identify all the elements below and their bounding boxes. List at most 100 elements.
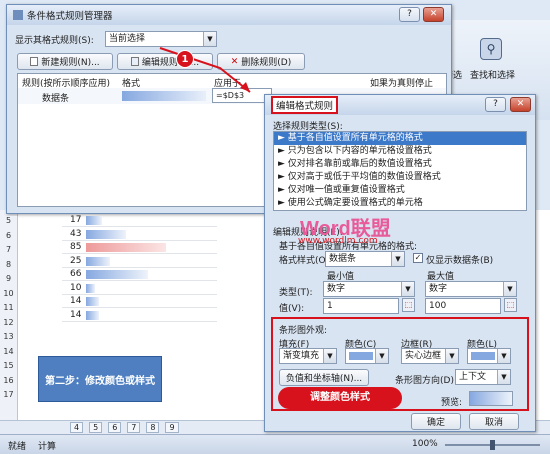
row-number[interactable]: 17 [0, 390, 18, 403]
row-number[interactable]: 15 [0, 361, 18, 374]
row-number[interactable]: 10 [0, 288, 18, 302]
min-type-select[interactable]: 数字 ▼ [323, 281, 415, 297]
row-number[interactable]: 8 [0, 259, 18, 273]
sheet-tab[interactable]: 8 [146, 422, 160, 433]
edit-rule-icon [130, 57, 139, 66]
manager-help-button[interactable]: ? [399, 7, 420, 22]
zoom-slider-thumb[interactable] [490, 440, 495, 450]
chevron-down-icon[interactable]: ▼ [497, 370, 510, 384]
border-color-picker[interactable]: ▼ [467, 348, 511, 364]
fill-color-picker[interactable]: ▼ [345, 348, 389, 364]
rule-type-item[interactable]: ► 仅对高于或低于平均值的数值设置格式 [274, 171, 526, 184]
row-number[interactable]: 13 [0, 332, 18, 345]
appearance-label: 条形图外观: [279, 326, 328, 336]
row-number[interactable]: 7 [0, 245, 18, 258]
show-rules-label: 显示其格式规则(S): [15, 36, 94, 46]
max-value-input[interactable]: 100 [425, 298, 501, 314]
edit-help-button[interactable]: ? [485, 97, 506, 112]
data-bar [86, 216, 102, 225]
row-number[interactable]: 5 [0, 216, 18, 229]
find-select-label[interactable]: 查找和选择 [470, 68, 515, 81]
max-type-select[interactable]: 数字 ▼ [425, 281, 517, 297]
zoom-level[interactable]: 100% [412, 439, 438, 449]
watermark-url: www.wordlm.com [298, 236, 378, 246]
status-bar: 就绪 计算 100% [0, 434, 550, 454]
status-calc: 计算 [38, 442, 57, 452]
negative-axis-button[interactable]: 负值和坐标轴(N)... [279, 369, 369, 386]
chevron-down-icon[interactable]: ▼ [497, 349, 510, 363]
data-bar-cell[interactable]: 17 [62, 214, 217, 227]
rule-type-item[interactable]: ► 只为包含以下内容的单元格设置格式 [274, 145, 526, 158]
row-number[interactable]: 12 [0, 317, 18, 331]
data-bar [86, 229, 127, 239]
cell-value: 14 [70, 309, 82, 320]
value-label: 值(V): [279, 304, 305, 314]
rule-type-item[interactable]: ► 基于各自值设置所有单元格的格式 [274, 132, 526, 145]
find-select-icon[interactable]: ⚲ [480, 38, 502, 60]
new-rule-icon [30, 57, 39, 66]
chevron-down-icon[interactable]: ▼ [503, 282, 516, 296]
data-bar [86, 256, 110, 266]
min-range-picker-icon[interactable]: ⬚ [402, 298, 415, 312]
bar-direction-label: 条形图方向(D): [395, 376, 457, 386]
adjust-color-badge: 调整颜色样式 [278, 387, 402, 409]
data-bar-cell[interactable]: 43 [62, 228, 217, 241]
row-number[interactable]: 16 [0, 375, 18, 389]
ok-button[interactable]: 确定 [411, 413, 461, 430]
manager-close-button[interactable]: ✕ [423, 7, 444, 22]
data-bar [86, 270, 149, 279]
sheet-tab[interactable]: 5 [89, 422, 103, 433]
show-bar-only-label: 仅显示数据条(B) [426, 256, 494, 266]
data-bar-cell[interactable]: 85 [62, 241, 217, 254]
fill-color-swatch [349, 352, 373, 360]
data-bar-cell[interactable]: 10 [62, 282, 217, 295]
rule-type-item[interactable]: ► 使用公式确定要设置格式的单元格 [274, 197, 526, 210]
type-label: 类型(T): [279, 288, 313, 298]
border-color-swatch [471, 352, 495, 360]
format-style-select[interactable]: 数据条 ▼ [325, 251, 405, 267]
row-number[interactable]: 6 [0, 230, 18, 244]
cancel-button[interactable]: 取消 [469, 413, 519, 430]
rule-type-item[interactable]: ► 仅对唯一值或重复值设置格式 [274, 184, 526, 197]
show-bar-only-checkbox[interactable]: ✓ [413, 253, 423, 263]
data-bar [86, 283, 96, 293]
row-number[interactable]: 11 [0, 303, 18, 316]
step2-note: 第二步：修改颜色或样式 [38, 356, 162, 402]
data-bar-cell[interactable]: 25 [62, 255, 217, 268]
step1-text: 1 [181, 54, 189, 65]
preview-label: 预览: [441, 398, 463, 408]
sheet-tab[interactable]: 4 [70, 422, 84, 433]
data-bar [86, 310, 100, 320]
bar-direction-select[interactable]: 上下文 ▼ [455, 369, 511, 385]
cell-value: 14 [70, 296, 82, 306]
data-bar-cell[interactable]: 14 [62, 309, 217, 322]
row-number[interactable]: 9 [0, 274, 18, 287]
manager-app-icon [13, 10, 23, 20]
row-number[interactable]: 14 [0, 346, 18, 360]
chevron-down-icon[interactable]: ▼ [391, 252, 404, 266]
chevron-down-icon[interactable]: ▼ [323, 349, 336, 363]
sheet-tab[interactable]: 6 [108, 422, 122, 433]
chevron-down-icon[interactable]: ▼ [445, 349, 458, 363]
min-value-input[interactable]: 1 [323, 298, 399, 314]
cell-value: 85 [70, 242, 82, 252]
border-select[interactable]: 实心边框 ▼ [401, 348, 459, 364]
edit-close-button[interactable]: ✕ [510, 97, 531, 112]
new-rule-button[interactable]: 新建规则(N)... [17, 53, 113, 70]
cell-value: 66 [70, 269, 82, 279]
data-bar [86, 243, 166, 252]
max-range-picker-icon[interactable]: ⬚ [504, 298, 517, 312]
data-bar-cell[interactable]: 66 [62, 268, 217, 281]
cell-value: 43 [70, 228, 82, 239]
cell-value: 25 [70, 255, 82, 266]
data-bar-cell[interactable]: 14 [62, 295, 217, 308]
fill-value: 渐变填充 [283, 351, 320, 361]
sheet-tab[interactable]: 9 [165, 422, 179, 433]
fill-select[interactable]: 渐变填充 ▼ [279, 348, 337, 364]
sheet-tab[interactable]: 7 [127, 422, 141, 433]
step2-text: 第二步：修改颜色或样式 [45, 375, 155, 387]
chevron-down-icon[interactable]: ▼ [375, 349, 388, 363]
chevron-down-icon[interactable]: ▼ [401, 282, 414, 296]
max-value: 100 [429, 301, 447, 311]
rule-type-item[interactable]: ► 仅对排名靠前或靠后的数值设置格式 [274, 158, 526, 171]
